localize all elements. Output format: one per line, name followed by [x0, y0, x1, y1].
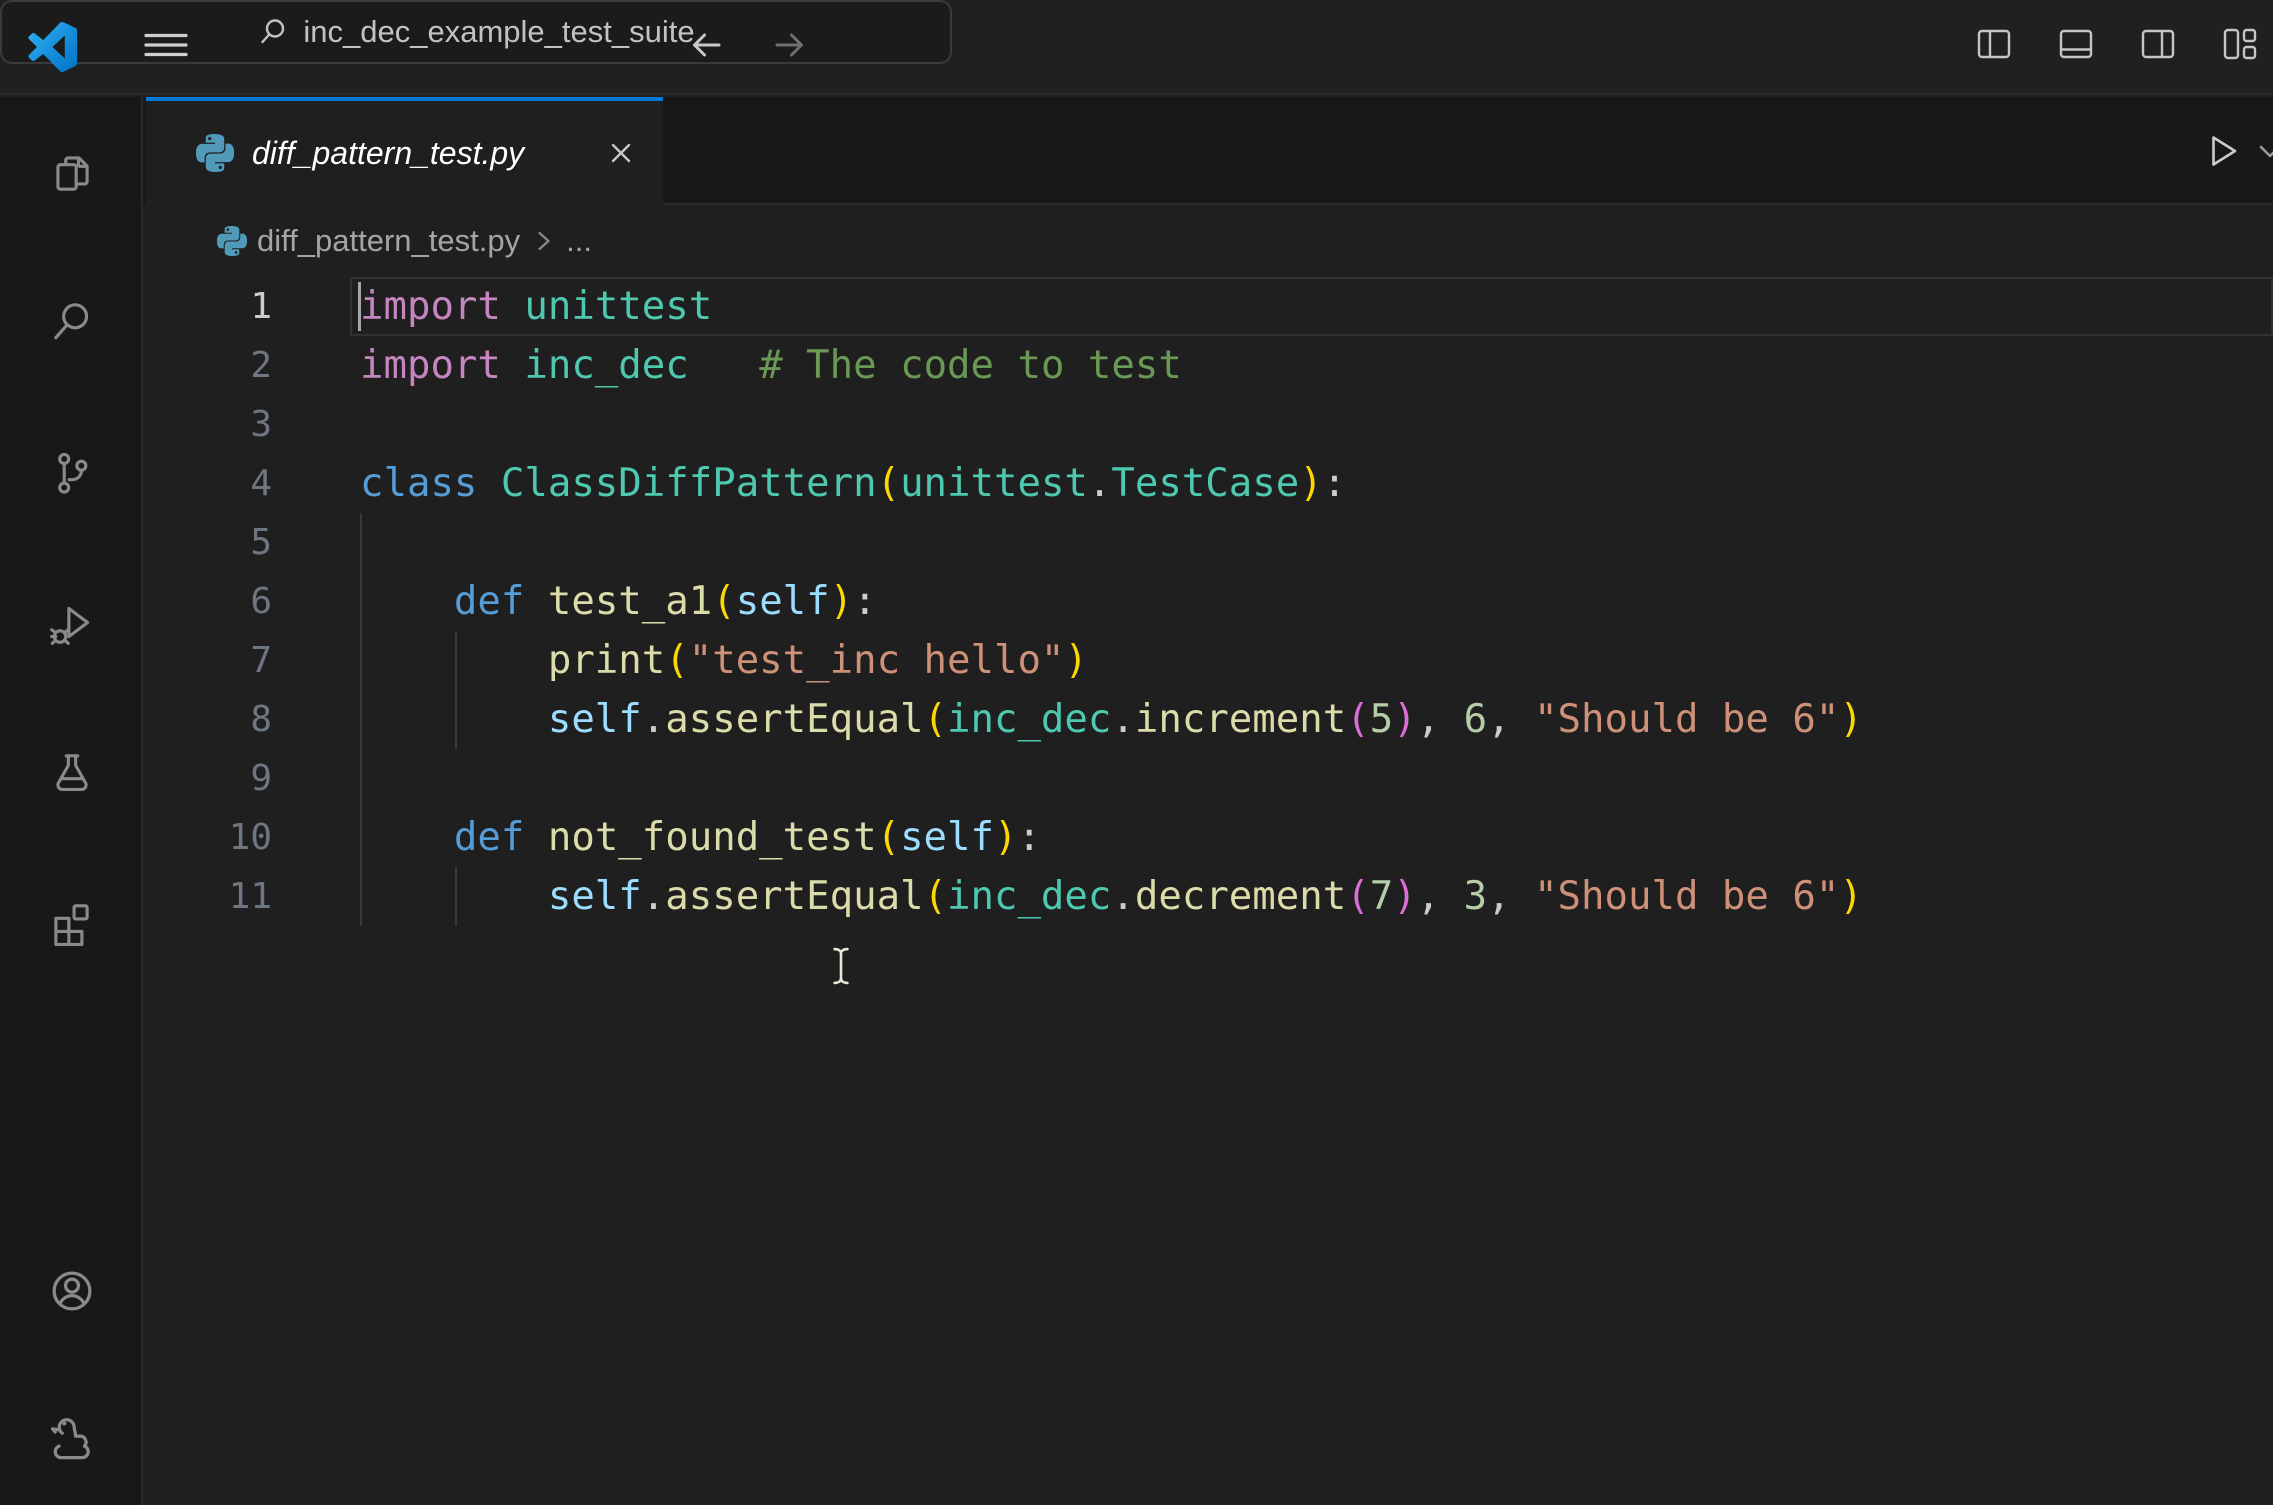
code-line-9[interactable]: 9 — [143, 749, 2273, 808]
code-line-3[interactable]: 3 — [143, 395, 2273, 454]
code-editor[interactable]: 1 import unittest 2 import inc_dec # The co… — [143, 277, 2273, 1505]
code-text: self.assertEqual(inc_dec.increment(5), 6… — [547, 697, 1863, 742]
search-icon — [257, 16, 289, 48]
python-environments-snake-icon[interactable] — [0, 1411, 143, 1463]
source-control-icon[interactable] — [0, 447, 143, 499]
code-line-2[interactable]: 2 import inc_dec # The code to test — [143, 336, 2273, 395]
line-number-3[interactable]: 3 — [143, 395, 360, 454]
run-icon[interactable] — [2199, 128, 2245, 174]
editor-group: diff_pattern_test.py diff_pattern_test.p… — [143, 97, 2273, 1505]
command-center-text: inc_dec_example_test_suite — [303, 14, 695, 49]
code-line-7[interactable]: 7 print("test_inc hello") — [143, 631, 2273, 690]
tabbar-border — [663, 203, 2273, 205]
vscode-logo-icon — [28, 22, 78, 72]
line-number-10[interactable]: 10 — [143, 808, 360, 867]
toggle-primary-sidebar-icon[interactable] — [1971, 21, 2017, 67]
menu-icon[interactable] — [140, 21, 192, 69]
testing-icon[interactable] — [0, 747, 143, 799]
run-and-debug-icon[interactable] — [0, 596, 143, 648]
main-area: diff_pattern_test.py diff_pattern_test.p… — [0, 97, 2273, 1505]
line-number-1[interactable]: 1 — [143, 277, 360, 336]
code-text: def not_found_test(self): — [453, 815, 1041, 860]
tab-bar: diff_pattern_test.py — [143, 97, 2273, 205]
code-text: import unittest — [360, 284, 713, 329]
toggle-secondary-sidebar-icon[interactable] — [2135, 21, 2181, 67]
code-line-4[interactable]: 4 class ClassDiffPattern(unittest.TestCas… — [143, 454, 2273, 513]
code-line-5[interactable]: 5 — [143, 513, 2273, 572]
breadcrumb: diff_pattern_test.py ... — [143, 205, 2273, 277]
line-number-9[interactable]: 9 — [143, 749, 360, 808]
tab-label: diff_pattern_test.py — [252, 134, 525, 171]
chevron-right-icon — [530, 228, 556, 254]
line-number-6[interactable]: 6 — [143, 572, 360, 631]
line-number-7[interactable]: 7 — [143, 631, 360, 690]
line-number-11[interactable]: 11 — [143, 867, 360, 926]
go-forward-icon[interactable] — [765, 21, 813, 69]
activity-bar — [0, 97, 143, 1505]
breadcrumb-file[interactable]: diff_pattern_test.py — [257, 223, 520, 259]
line-number-4[interactable]: 4 — [143, 454, 360, 513]
python-file-icon — [196, 134, 234, 172]
code-line-8[interactable]: 8 self.assertEqual(inc_dec.increment(5),… — [143, 690, 2273, 749]
code-text: self.assertEqual(inc_dec.decrement(7), 3… — [547, 874, 1863, 919]
customize-layout-icon[interactable] — [2217, 21, 2263, 67]
code-line-10[interactable]: 10 def not_found_test(self): — [143, 808, 2273, 867]
vscode-window: inc_dec_example_test_suite diff_pattern_… — [0, 0, 2273, 1505]
code-text: def test_a1(self): — [453, 579, 877, 624]
code-lines: 1 import unittest 2 import inc_dec # The co… — [143, 277, 2273, 926]
explorer-icon[interactable] — [0, 147, 143, 199]
run-options-chevron-icon[interactable] — [2255, 136, 2273, 166]
close-icon[interactable] — [603, 135, 639, 171]
layout-controls — [1971, 21, 2273, 69]
titlebar: inc_dec_example_test_suite — [0, 0, 2273, 95]
account-icon[interactable] — [0, 1265, 143, 1317]
line-number-8[interactable]: 8 — [143, 690, 360, 749]
ibeam-mouse-pointer — [823, 945, 871, 987]
code-line-6[interactable]: 6 def test_a1(self): — [143, 572, 2273, 631]
extensions-icon[interactable] — [0, 896, 143, 948]
search-sidebar-icon[interactable] — [0, 295, 143, 347]
line-number-5[interactable]: 5 — [143, 513, 360, 572]
line-number-2[interactable]: 2 — [143, 336, 360, 395]
code-line-11[interactable]: 11 self.assertEqual(inc_dec.decrement(7)… — [143, 867, 2273, 926]
python-file-icon — [217, 226, 247, 256]
code-line-1[interactable]: 1 import unittest — [143, 277, 2273, 336]
breadcrumb-symbol[interactable]: ... — [566, 223, 592, 259]
code-text: class ClassDiffPattern(unittest.TestCase… — [360, 461, 1347, 506]
code-text: print("test_inc hello") — [547, 638, 1088, 683]
go-back-icon[interactable] — [683, 21, 731, 69]
code-text: import inc_dec # The code to test — [360, 343, 1182, 388]
toggle-panel-icon[interactable] — [2053, 21, 2099, 67]
tab-diff-pattern-test[interactable]: diff_pattern_test.py — [146, 97, 663, 205]
editor-actions — [2199, 97, 2273, 205]
